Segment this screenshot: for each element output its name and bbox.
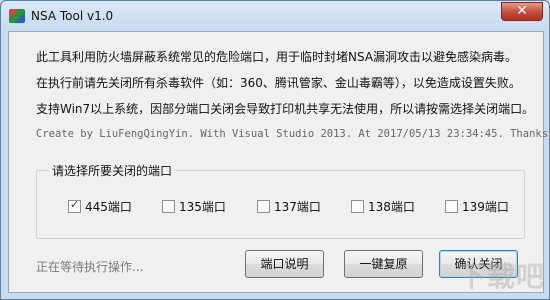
port-label: 445端口 [85, 200, 132, 214]
description-line-1: 此工具利用防火墙屏蔽系统常见的危险端口，用于临时封堵NSA漏洞攻击以避免感染病毒… [36, 50, 518, 64]
port-label: 138端口 [368, 200, 415, 214]
close-button[interactable]: ✕ [501, 2, 543, 21]
watermark: 下载吧 [457, 260, 545, 293]
checkbox-checked-icon[interactable] [68, 198, 81, 213]
checkbox-icon[interactable] [162, 200, 175, 213]
ports-info-button[interactable]: 端口说明 [245, 250, 324, 278]
port-label: 135端口 [179, 200, 226, 214]
port-label: 139端口 [462, 200, 509, 214]
checkbox-icon[interactable] [351, 200, 364, 213]
app-icon [9, 9, 25, 23]
credit-text: Create by LiuFengQingYin. With Visual St… [36, 128, 550, 140]
client-area: 此工具利用防火墙屏蔽系统常见的危险端口，用于临时封堵NSA漏洞攻击以避免感染病毒… [8, 31, 550, 293]
port-135-checkbox[interactable]: 135端口 [162, 198, 226, 215]
port-138-checkbox[interactable]: 138端口 [351, 198, 415, 215]
description-line-2: 在执行前请先关闭所有杀毒软件（如：360、腾讯管家、金山毒霸等），以免造成设置失… [36, 76, 521, 90]
checkbox-icon[interactable] [445, 200, 458, 213]
description-line-3: 支持Win7以上系统，因部分端口关闭会导致打印机共享无法使用，所以请按需选择关闭… [36, 102, 535, 116]
app-window: NSA Tool v1.0 ✕ 此工具利用防火墙屏蔽系统常见的危险端口，用于临时… [0, 0, 550, 300]
ports-group-label: 请选择所要关闭的端口 [49, 162, 176, 179]
port-label: 137端口 [274, 200, 321, 214]
port-139-checkbox[interactable]: 139端口 [445, 198, 509, 215]
ports-group: 请选择所要关闭的端口 445端口 135端口 137端口 138端口 139端口 [36, 162, 525, 239]
restore-button[interactable]: 一键复原 [344, 250, 423, 278]
checkbox-icon[interactable] [257, 200, 270, 213]
window-title: NSA Tool v1.0 [31, 9, 114, 23]
status-text: 正在等待执行操作... [36, 260, 144, 274]
title-bar[interactable]: NSA Tool v1.0 ✕ [1, 1, 549, 31]
port-445-checkbox[interactable]: 445端口 [68, 198, 132, 215]
port-137-checkbox[interactable]: 137端口 [257, 198, 321, 215]
